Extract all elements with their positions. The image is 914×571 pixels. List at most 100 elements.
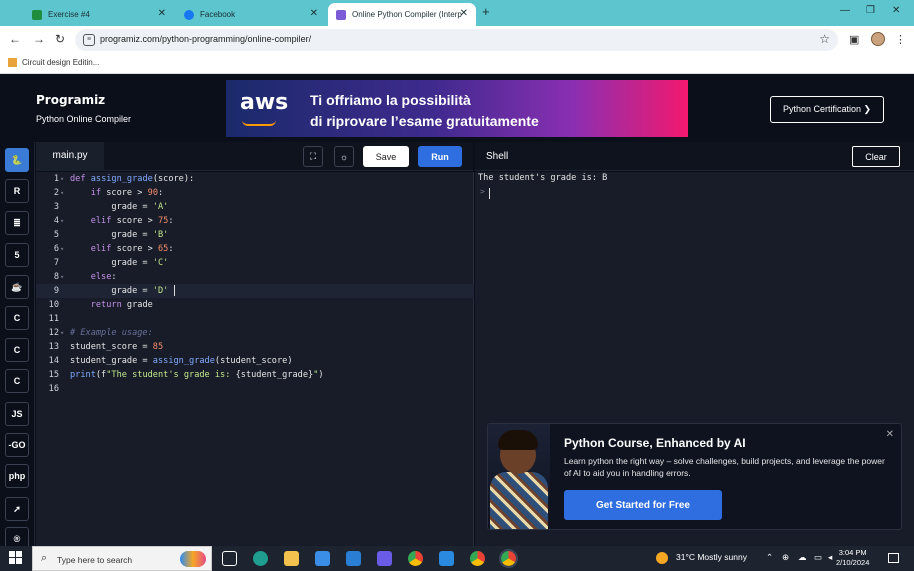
code-editor[interactable]: 1 ▾ def assign_grade(score): 2 ▾ if score >… <box>36 172 474 546</box>
sidebar-item-python[interactable]: 🐍 <box>5 148 29 172</box>
text-cursor <box>174 285 176 296</box>
tab-online-compiler[interactable]: Online Python Compiler (Interp ✕ <box>328 3 476 26</box>
search-icon: ⌕ <box>41 552 48 564</box>
code-line[interactable]: 12 ▾ # Example usage: <box>36 326 474 340</box>
code-line[interactable]: 10 return grade <box>36 298 474 312</box>
sidebar-item-swift[interactable]: ➚ <box>5 497 29 521</box>
browser-tab-strip: Exercise #4 ✕ Facebook ✕ Online Python C… <box>0 0 914 26</box>
notification-icon[interactable] <box>888 553 899 563</box>
weather-text[interactable]: 31°C Mostly sunny <box>676 552 747 562</box>
fold-arrow-icon[interactable]: ▾ <box>60 214 64 228</box>
forward-icon[interactable]: → <box>33 32 45 46</box>
code-line[interactable]: 5 grade = 'B' <box>36 228 474 242</box>
fullscreen-icon[interactable]: ⛶ <box>303 146 323 167</box>
clock-time: 3:04 PM <box>838 548 867 557</box>
sidebar-item-java[interactable]: ☕ <box>5 275 29 299</box>
tab-facebook[interactable]: Facebook ✕ <box>176 3 326 26</box>
code-line[interactable]: 11 <box>36 312 474 326</box>
chrome-active-icon[interactable] <box>499 549 518 568</box>
sidebar-item-csharp[interactable]: C <box>5 369 29 393</box>
code-line[interactable]: 13 student_score = 85 <box>36 340 474 354</box>
code-line-text: def assign_grade(score): <box>70 174 195 184</box>
volume-icon[interactable]: ◂ <box>828 552 832 563</box>
programiz-logo[interactable]: Programiz <box>36 93 105 107</box>
sidebar-item-sql[interactable]: ≣ <box>5 211 29 235</box>
chrome-profile-icon[interactable] <box>470 551 485 566</box>
facebook-icon <box>184 9 194 20</box>
code-line[interactable]: 2 ▾ if score > 90: <box>36 186 474 200</box>
code-line[interactable]: 6 ▾ elif score > 65: <box>36 242 474 256</box>
code-line[interactable]: 3 grade = 'A' <box>36 200 474 214</box>
run-button[interactable]: Run <box>418 146 462 167</box>
file-explorer-icon[interactable] <box>284 551 299 566</box>
media-app-icon[interactable] <box>377 551 392 566</box>
sidebar-item-js[interactable]: JS <box>5 402 29 426</box>
address-bar[interactable]: ≡ programiz.com/python-programming/onlin… <box>75 29 838 51</box>
code-line[interactable]: 8 ▾ else: <box>36 270 474 284</box>
mail-icon[interactable] <box>346 551 361 566</box>
window-close-icon[interactable]: ✕ <box>892 5 900 16</box>
network-tray-icon[interactable]: ⊕ <box>782 552 789 563</box>
system-clock[interactable]: 3:04 PM 2/10/2024 <box>836 548 869 568</box>
code-line[interactable]: 16 <box>36 382 474 396</box>
weather-icon[interactable] <box>656 552 668 564</box>
code-line[interactable]: 14 student_grade = assign_grade(student_s… <box>36 354 474 368</box>
bookmark-star-icon[interactable]: ☆ <box>819 32 830 46</box>
vscode-icon[interactable] <box>439 551 454 566</box>
sidebar-item-r[interactable]: R <box>5 179 29 203</box>
copilot-icon[interactable] <box>180 551 206 567</box>
sidebar-item-c[interactable]: C <box>5 306 29 330</box>
close-icon[interactable]: ✕ <box>460 8 468 19</box>
theme-toggle-icon[interactable]: ☼ <box>334 146 354 167</box>
edge-icon[interactable] <box>253 551 268 566</box>
tab-exercise[interactable]: Exercise #4 ✕ <box>24 3 174 26</box>
sidebar-item-cpp[interactable]: C <box>5 338 29 362</box>
fold-arrow-icon[interactable]: ▾ <box>60 326 64 340</box>
aws-smile-icon <box>242 120 276 126</box>
get-started-button[interactable]: Get Started for Free <box>564 490 722 520</box>
reload-icon[interactable]: ↻ <box>55 32 65 46</box>
chrome-icon[interactable] <box>408 551 423 566</box>
minimize-icon[interactable]: — <box>840 5 850 16</box>
language-sidebar: 🐍 R ≣ 5 ☕ C C C JS -GO php ➚ ® <box>0 142 35 551</box>
battery-icon[interactable]: ▭ <box>814 552 822 563</box>
side-panel-icon[interactable]: ▣ <box>849 33 859 46</box>
code-line[interactable]: 1 ▾ def assign_grade(score): <box>36 172 474 186</box>
code-line-active[interactable]: 9 grade = 'D' <box>36 284 474 298</box>
windows-start-icon[interactable] <box>9 551 23 565</box>
code-line[interactable]: 4 ▾ elif score > 75: <box>36 214 474 228</box>
fold-arrow-icon[interactable]: ▾ <box>60 242 64 256</box>
menu-icon[interactable]: ⋮ <box>895 33 906 46</box>
shell-prompt: > <box>480 187 485 196</box>
close-icon[interactable]: ✕ <box>310 8 318 19</box>
store-icon[interactable] <box>315 551 330 566</box>
bookmark-item[interactable]: Circuit design Editin... <box>8 58 99 67</box>
code-line[interactable]: 7 grade = 'C' <box>36 256 474 270</box>
ad-line-2: di riprovare l’esame gratuitamente <box>310 113 539 129</box>
browser-toolbar: ← → ↻ ≡ programiz.com/python-programming… <box>0 26 914 55</box>
tray-chevron-icon[interactable]: ⌃ <box>766 552 773 563</box>
profile-avatar[interactable] <box>871 32 885 46</box>
save-button[interactable]: Save <box>363 146 409 167</box>
python-certification-button[interactable]: Python Certification ❯ <box>770 96 884 123</box>
clear-button[interactable]: Clear <box>852 146 900 167</box>
taskbar-search[interactable]: ⌕ Type here to search <box>32 546 212 571</box>
fold-arrow-icon[interactable]: ▾ <box>60 186 64 200</box>
new-tab-icon[interactable]: + <box>482 4 490 19</box>
ad-banner[interactable]: aws Ti offriamo la possibilità di riprov… <box>226 80 688 137</box>
fold-arrow-icon[interactable]: ▾ <box>60 172 64 186</box>
site-info-icon[interactable]: ≡ <box>83 34 95 46</box>
code-line[interactable]: 15 print(f"The student's grade is: {stude… <box>36 368 474 382</box>
fold-arrow-icon[interactable]: ▾ <box>60 270 64 284</box>
sidebar-item-go[interactable]: -GO <box>5 433 29 457</box>
back-icon[interactable]: ← <box>9 32 21 46</box>
course-promo-card: Python Course, Enhanced by AI Learn pyth… <box>487 423 902 530</box>
sidebar-item-html[interactable]: 5 <box>5 243 29 267</box>
task-view-icon[interactable] <box>222 551 237 566</box>
close-icon[interactable]: ✕ <box>158 8 166 19</box>
close-icon[interactable]: ✕ <box>886 429 894 440</box>
cloud-tray-icon[interactable]: ☁ <box>798 552 807 563</box>
sidebar-item-php[interactable]: php <box>5 464 29 488</box>
file-tab[interactable]: main.py <box>36 142 104 171</box>
restore-icon[interactable]: ❐ <box>866 5 875 16</box>
